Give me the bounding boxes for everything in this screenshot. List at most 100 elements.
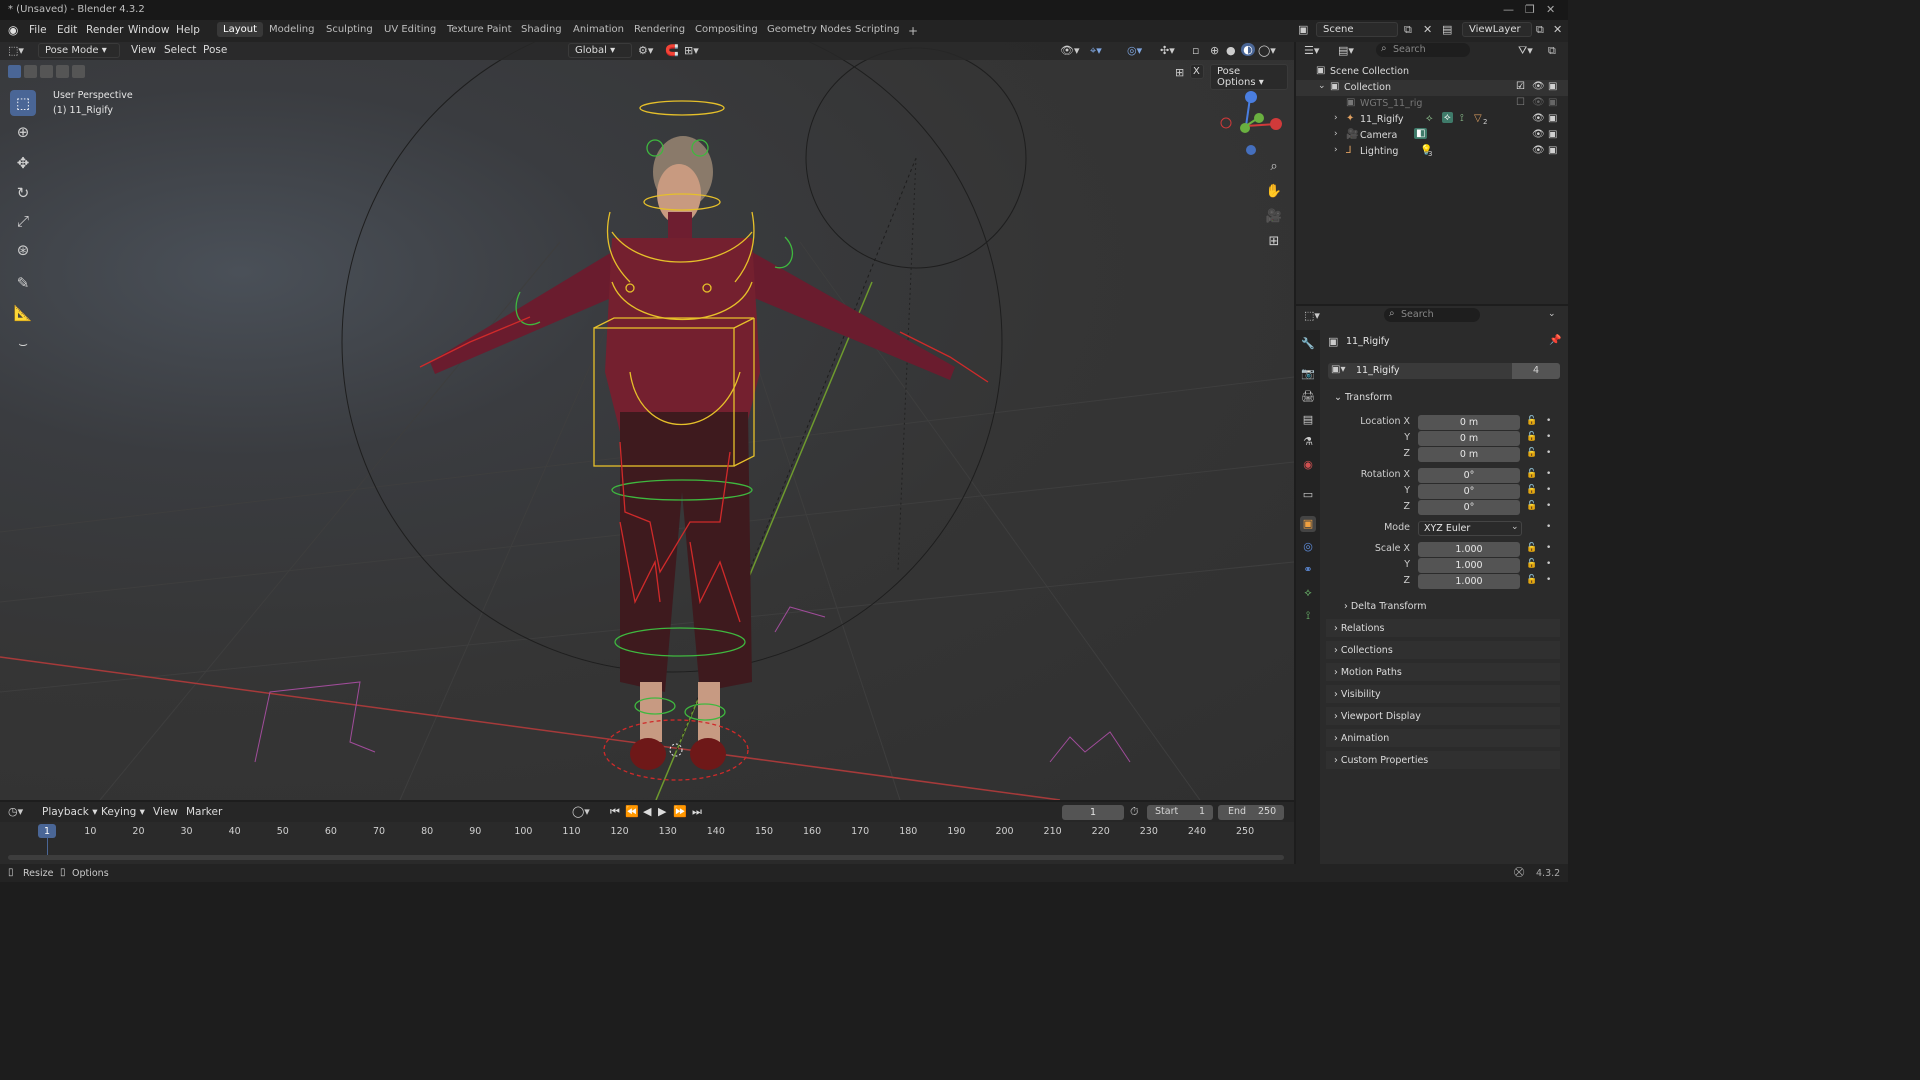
checkbox-icon[interactable]: ☑ [1516,81,1525,92]
pose-options-dropdown[interactable]: Pose Options ▾ [1210,64,1288,90]
rotation-mode-dropdown[interactable]: XYZ Euler ⌄ [1418,521,1522,536]
pin-icon[interactable]: 📌 [1549,335,1561,346]
lock-icon[interactable]: 🔓 [1526,416,1537,426]
outliner-row-collection[interactable]: ⌄ ▣ Collection ☑ 👁 ▣ [1296,80,1568,96]
delta-transform-subpanel[interactable]: › Delta Transform [1344,601,1426,612]
delete-scene-icon[interactable]: ✕ [1423,23,1432,36]
keyframe-dot-icon[interactable]: • [1546,543,1551,553]
scene-icon[interactable]: ▣ [1298,23,1308,36]
perspective-toggle-icon[interactable]: ⊞ [1263,231,1285,253]
pivot-point-icon[interactable]: ⚙▾ [638,44,653,57]
end-frame-field[interactable]: End 250 [1218,805,1284,820]
datablock-selector[interactable]: ▣▾ 11_Rigify 4 [1328,363,1560,379]
current-frame-field[interactable]: 1 [1062,805,1124,820]
physics-tab-icon[interactable]: ◎ [1300,539,1316,555]
expand-chevron-icon[interactable]: › [1334,129,1338,139]
snap-target-icon[interactable]: ⊞▾ [684,44,699,57]
viewport-menu-select[interactable]: Select [160,43,200,57]
camera-render-icon[interactable]: ▣ [1548,145,1557,156]
wireframe-shading-icon[interactable]: ⊕ [1210,44,1219,57]
camera-render-icon[interactable]: ▣ [1548,81,1557,92]
rotation-x-field[interactable]: 0° [1418,468,1520,483]
gizmo-toggle-icon[interactable]: ⌖▾ [1090,44,1102,58]
chevron-down-icon[interactable]: ⌄ [1548,309,1556,319]
panel-collections[interactable]: › Collections [1326,641,1560,659]
transform-orientation-selector[interactable]: Global ▾ [568,43,632,58]
output-tab-icon[interactable]: 🖨 [1300,389,1316,405]
collection-tab-icon[interactable]: ▭ [1300,487,1316,503]
view-layer-icon[interactable]: ▤ [1442,23,1452,36]
rotate-icon[interactable]: ↻ [10,180,36,206]
add-workspace-icon[interactable]: + [902,22,924,40]
rendered-shading-icon[interactable]: ◯▾ [1258,44,1276,57]
eye-icon[interactable]: 👁 [1532,145,1545,156]
panel-visibility[interactable]: › Visibility [1326,685,1560,703]
outliner-row-camera[interactable]: › 🎥 Camera ◧ 👁 ▣ [1296,128,1568,144]
preview-range-icon[interactable]: ⏱ [1130,805,1139,819]
blender-logo-icon[interactable]: ◉ [8,23,18,37]
tab-compositing[interactable]: Compositing [689,22,764,37]
play-icon[interactable]: ▶ [658,805,666,818]
tab-uv-editing[interactable]: UV Editing [378,22,442,37]
jump-end-icon[interactable]: ⏭ [692,805,702,819]
solid-shading-icon[interactable]: ● [1226,44,1236,57]
outliner-row-wgts[interactable]: ▣ WGTS_11_rig ☐ 👁 ▣ [1296,96,1568,112]
mode-selector[interactable]: Pose Mode ▾ [38,43,120,58]
keyframe-dot-icon[interactable]: • [1546,416,1551,426]
transform-panel-header[interactable]: ⌄ Transform [1334,392,1392,403]
timeline-menu-playback[interactable]: Playback ▾ [38,805,101,819]
world-tab-icon[interactable]: ◉ [1300,457,1316,473]
object-browse-icon[interactable]: ▣▾ [1331,364,1345,375]
visibility-icon[interactable]: 👁▾ [1060,44,1080,57]
x-mirror-toggle[interactable]: X [1190,64,1204,79]
move-icon[interactable]: ✥ [10,150,36,176]
panel-relations[interactable]: › Relations [1326,619,1560,637]
lock-icon[interactable]: 🔓 [1526,448,1537,458]
location-x-field[interactable]: 0 m [1418,415,1520,430]
new-scene-icon[interactable]: ⧉ [1404,23,1412,37]
tab-geometry-nodes[interactable]: Geometry Nodes [761,22,857,37]
constraints-tab-icon[interactable]: ⚭ [1300,562,1316,578]
new-view-layer-icon[interactable]: ⧉ [1536,23,1544,37]
tool-tab-icon[interactable]: 🔧 [1300,336,1316,352]
select-extend-icon[interactable] [24,65,37,78]
filter-icon[interactable]: ⛛▾ [1518,44,1533,58]
overlay-toggle-icon[interactable]: ◎▾ [1127,44,1142,57]
lock-icon[interactable]: 🔓 [1526,469,1537,479]
transform-icon[interactable]: ⊛ [10,237,36,263]
outliner-search[interactable]: ⌕ Search [1376,43,1470,57]
mirror-icon[interactable]: ⊞ [1175,66,1184,79]
select-box-icon[interactable]: ⬚ [10,90,36,116]
rotation-z-field[interactable]: 0° [1418,500,1520,515]
tab-texture-paint[interactable]: Texture Paint [441,22,518,37]
select-subtract-icon[interactable] [40,65,53,78]
auto-key-icon[interactable]: ◯▾ [572,805,590,818]
properties-search[interactable]: ⌕ Search [1384,308,1480,322]
user-count[interactable]: 4 [1512,363,1560,379]
maximize-icon[interactable]: ❐ [1525,3,1535,16]
menu-file[interactable]: File [25,23,51,37]
armature-data-tab-icon[interactable]: ⟡ [1300,585,1316,601]
camera-render-icon[interactable]: ▣ [1548,97,1557,108]
start-frame-field[interactable]: Start 1 [1147,805,1213,820]
timeline[interactable]: 1 10 20 30 40 50 60 70 80 90 100 110 120 130 140 150 160… [0,822,1294,864]
menu-help[interactable]: Help [172,23,204,37]
new-collection-icon[interactable]: ⧉ [1548,44,1556,58]
eye-icon[interactable]: 👁 [1532,97,1545,108]
jump-start-icon[interactable]: ⏮ [610,805,620,819]
tab-shading[interactable]: Shading [515,22,568,37]
lock-icon[interactable]: 🔓 [1526,432,1537,442]
eye-icon[interactable]: 👁 [1532,113,1545,124]
outliner-row-scene-collection[interactable]: ▣ Scene Collection [1296,64,1568,80]
outliner-row-lighting[interactable]: › ⅃ Lighting 💡 3 👁 ▣ [1296,144,1568,160]
display-mode-icon[interactable]: ▤▾ [1338,44,1354,57]
bone-size-icon[interactable]: ⌣ [10,331,36,357]
panel-viewport-display[interactable]: › Viewport Display [1326,707,1560,725]
scale-y-field[interactable]: 1.000 [1418,558,1520,573]
snap-icon[interactable]: 🧲 [665,44,679,57]
camera-view-icon[interactable]: 🎥 [1263,206,1285,228]
outliner-editor-icon[interactable]: ☰▾ [1304,44,1319,57]
select-intersect-icon[interactable] [72,65,85,78]
next-keyframe-icon[interactable]: ⏩ [673,805,687,818]
view-layer-tab-icon[interactable]: ▤ [1300,412,1316,428]
